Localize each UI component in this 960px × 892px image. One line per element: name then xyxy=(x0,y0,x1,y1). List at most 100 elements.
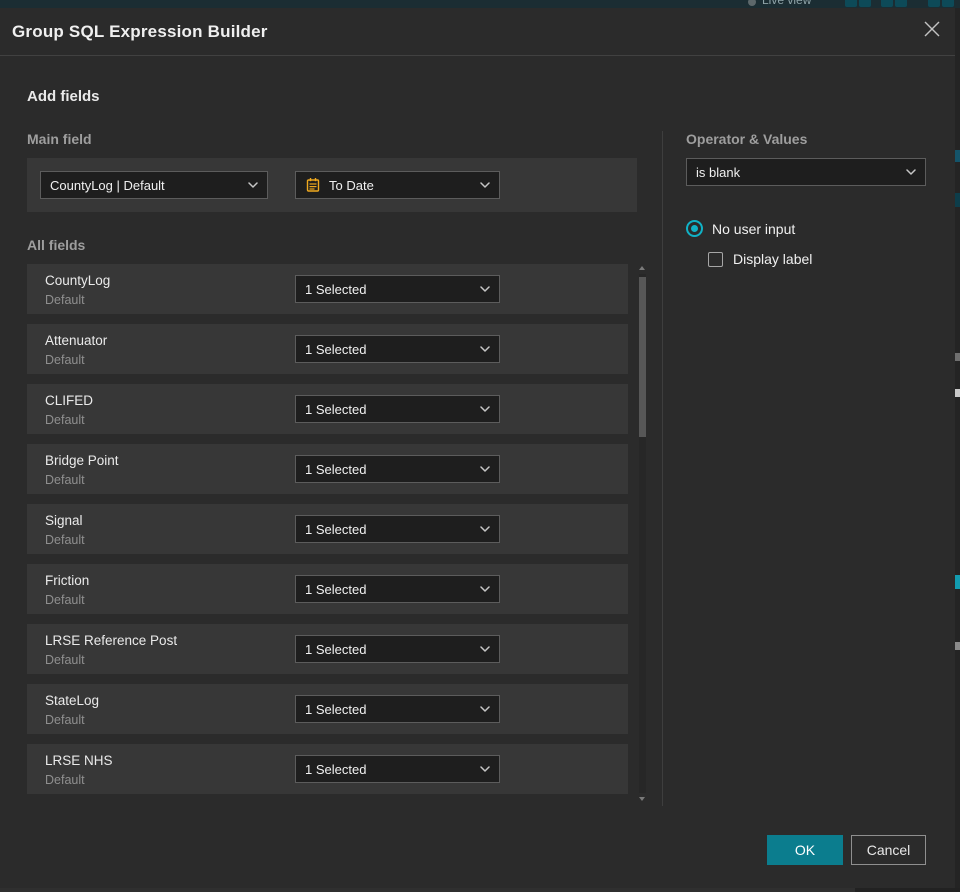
main-field-date-dropdown[interactable]: To Date xyxy=(295,171,500,199)
chevron-down-icon xyxy=(480,586,490,592)
field-row: CountyLog Default 1 Selected xyxy=(27,264,628,314)
field-subtitle: Default xyxy=(45,653,85,667)
background-toolbar-fragment xyxy=(845,0,857,7)
field-name: Friction xyxy=(45,573,90,588)
field-selection-dropdown[interactable]: 1 Selected xyxy=(295,695,500,723)
field-row: Bridge Point Default 1 Selected xyxy=(27,444,628,494)
display-label-label: Display label xyxy=(733,251,813,267)
field-selection-dropdown[interactable]: 1 Selected xyxy=(295,575,500,603)
field-selection-value: 1 Selected xyxy=(305,401,367,417)
field-subtitle: Default xyxy=(45,593,85,607)
background-fragment xyxy=(955,642,960,650)
close-icon xyxy=(922,19,942,44)
field-selection-dropdown[interactable]: 1 Selected xyxy=(295,395,500,423)
background-toolbar-fragment xyxy=(942,0,954,7)
all-fields-list: CountyLog Default 1 Selected Attenuator Defa… xyxy=(27,264,628,804)
field-selection-value: 1 Selected xyxy=(305,281,367,297)
field-name: StateLog xyxy=(45,693,100,708)
field-selection-dropdown[interactable]: 1 Selected xyxy=(295,755,500,783)
background-toolbar-fragment xyxy=(859,0,871,7)
chevron-down-icon xyxy=(480,766,490,772)
field-selection-value: 1 Selected xyxy=(305,761,367,777)
chevron-down-icon xyxy=(480,706,490,712)
calendar-icon xyxy=(305,177,321,193)
chevron-down-icon xyxy=(480,406,490,412)
field-selection-value: 1 Selected xyxy=(305,521,367,537)
field-row: LRSE NHS Default 1 Selected xyxy=(27,744,628,794)
scrollbar-thumb[interactable] xyxy=(639,277,646,437)
field-name: Signal xyxy=(45,513,83,528)
field-name: CLIFED xyxy=(45,393,94,408)
checkbox-unchecked-icon xyxy=(708,251,723,267)
cancel-button[interactable]: Cancel xyxy=(851,835,926,865)
list-scrollbar[interactable] xyxy=(638,264,647,803)
field-name: LRSE Reference Post xyxy=(45,633,178,648)
field-row: Friction Default 1 Selected xyxy=(27,564,628,614)
field-subtitle: Default xyxy=(45,353,85,367)
field-selection-value: 1 Selected xyxy=(305,461,367,477)
field-selection-value: 1 Selected xyxy=(305,341,367,357)
field-row: LRSE Reference Post Default 1 Selected xyxy=(27,624,628,674)
operator-dropdown[interactable]: is blank xyxy=(686,158,926,186)
no-user-input-radio[interactable]: No user input xyxy=(686,220,795,237)
field-subtitle: Default xyxy=(45,533,85,547)
titlebar-divider xyxy=(0,55,955,56)
field-name: Attenuator xyxy=(45,333,108,348)
dialog-title: Group SQL Expression Builder xyxy=(12,22,268,41)
main-field-dropdown-value: CountyLog | Default xyxy=(50,177,165,193)
chevron-down-icon xyxy=(480,646,490,652)
field-selection-value: 1 Selected xyxy=(305,701,367,717)
chevron-down-icon xyxy=(480,286,490,292)
background-fragment xyxy=(955,575,960,589)
background-app-bottom-edge xyxy=(855,888,960,892)
ok-button[interactable]: OK xyxy=(767,835,843,865)
main-field-panel: CountyLog | Default To Date xyxy=(27,158,637,212)
field-subtitle: Default xyxy=(45,473,85,487)
main-field-dropdown[interactable]: CountyLog | Default xyxy=(40,171,268,199)
background-fragment xyxy=(955,150,960,162)
main-field-label: Main field xyxy=(27,131,92,147)
field-selection-dropdown[interactable]: 1 Selected xyxy=(295,455,500,483)
field-selection-dropdown[interactable]: 1 Selected xyxy=(295,275,500,303)
background-fragment xyxy=(955,353,960,361)
field-subtitle: Default xyxy=(45,413,85,427)
chevron-down-icon xyxy=(480,466,490,472)
field-row: StateLog Default 1 Selected xyxy=(27,684,628,734)
background-toolbar-fragment xyxy=(928,0,940,7)
field-row: Signal Default 1 Selected xyxy=(27,504,628,554)
background-toolbar-fragment xyxy=(881,0,893,7)
chevron-down-icon xyxy=(248,182,258,188)
field-subtitle: Default xyxy=(45,713,85,727)
live-view-dot-icon xyxy=(748,0,756,6)
field-subtitle: Default xyxy=(45,293,85,307)
background-fragment xyxy=(955,389,960,397)
background-app-topbar: Live view xyxy=(0,0,960,8)
display-label-checkbox[interactable]: Display label xyxy=(708,251,812,267)
add-fields-heading: Add fields xyxy=(27,88,100,105)
operator-dropdown-value: is blank xyxy=(696,164,741,180)
chevron-down-icon xyxy=(480,526,490,532)
field-name: CountyLog xyxy=(45,273,111,288)
field-subtitle: Default xyxy=(45,773,85,787)
panel-divider xyxy=(662,131,663,806)
scrollbar-down-arrow-icon[interactable] xyxy=(639,797,645,801)
all-fields-label: All fields xyxy=(27,237,86,253)
background-app-right-edge xyxy=(955,8,960,888)
field-name: LRSE NHS xyxy=(45,753,113,768)
field-selection-dropdown[interactable]: 1 Selected xyxy=(295,335,500,363)
field-selection-value: 1 Selected xyxy=(305,641,367,657)
background-toolbar-fragment xyxy=(895,0,907,7)
operator-values-label: Operator & Values xyxy=(686,131,808,147)
scrollbar-up-arrow-icon[interactable] xyxy=(639,266,645,270)
field-selection-dropdown[interactable]: 1 Selected xyxy=(295,635,500,663)
group-sql-expression-builder-dialog: Group SQL Expression Builder Add fields … xyxy=(0,8,955,888)
background-app-bottom-edge xyxy=(0,888,855,892)
field-row: CLIFED Default 1 Selected xyxy=(27,384,628,434)
screen: Live view Group SQL Expression Builder A… xyxy=(0,0,960,892)
close-button[interactable] xyxy=(918,17,946,45)
date-dropdown-value: To Date xyxy=(329,177,374,193)
field-selection-dropdown[interactable]: 1 Selected xyxy=(295,515,500,543)
field-selection-value: 1 Selected xyxy=(305,581,367,597)
field-row: Attenuator Default 1 Selected xyxy=(27,324,628,374)
dialog-titlebar: Group SQL Expression Builder xyxy=(0,8,955,56)
